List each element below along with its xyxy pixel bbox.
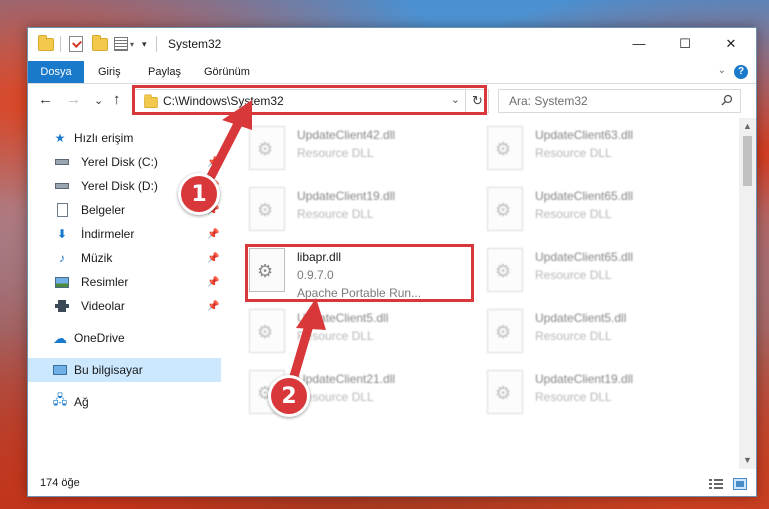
annotation-arrows — [200, 100, 326, 395]
step-1-badge: 1 — [178, 173, 220, 215]
step-2-badge: 2 — [268, 375, 310, 417]
arrow-1-icon — [200, 100, 252, 193]
